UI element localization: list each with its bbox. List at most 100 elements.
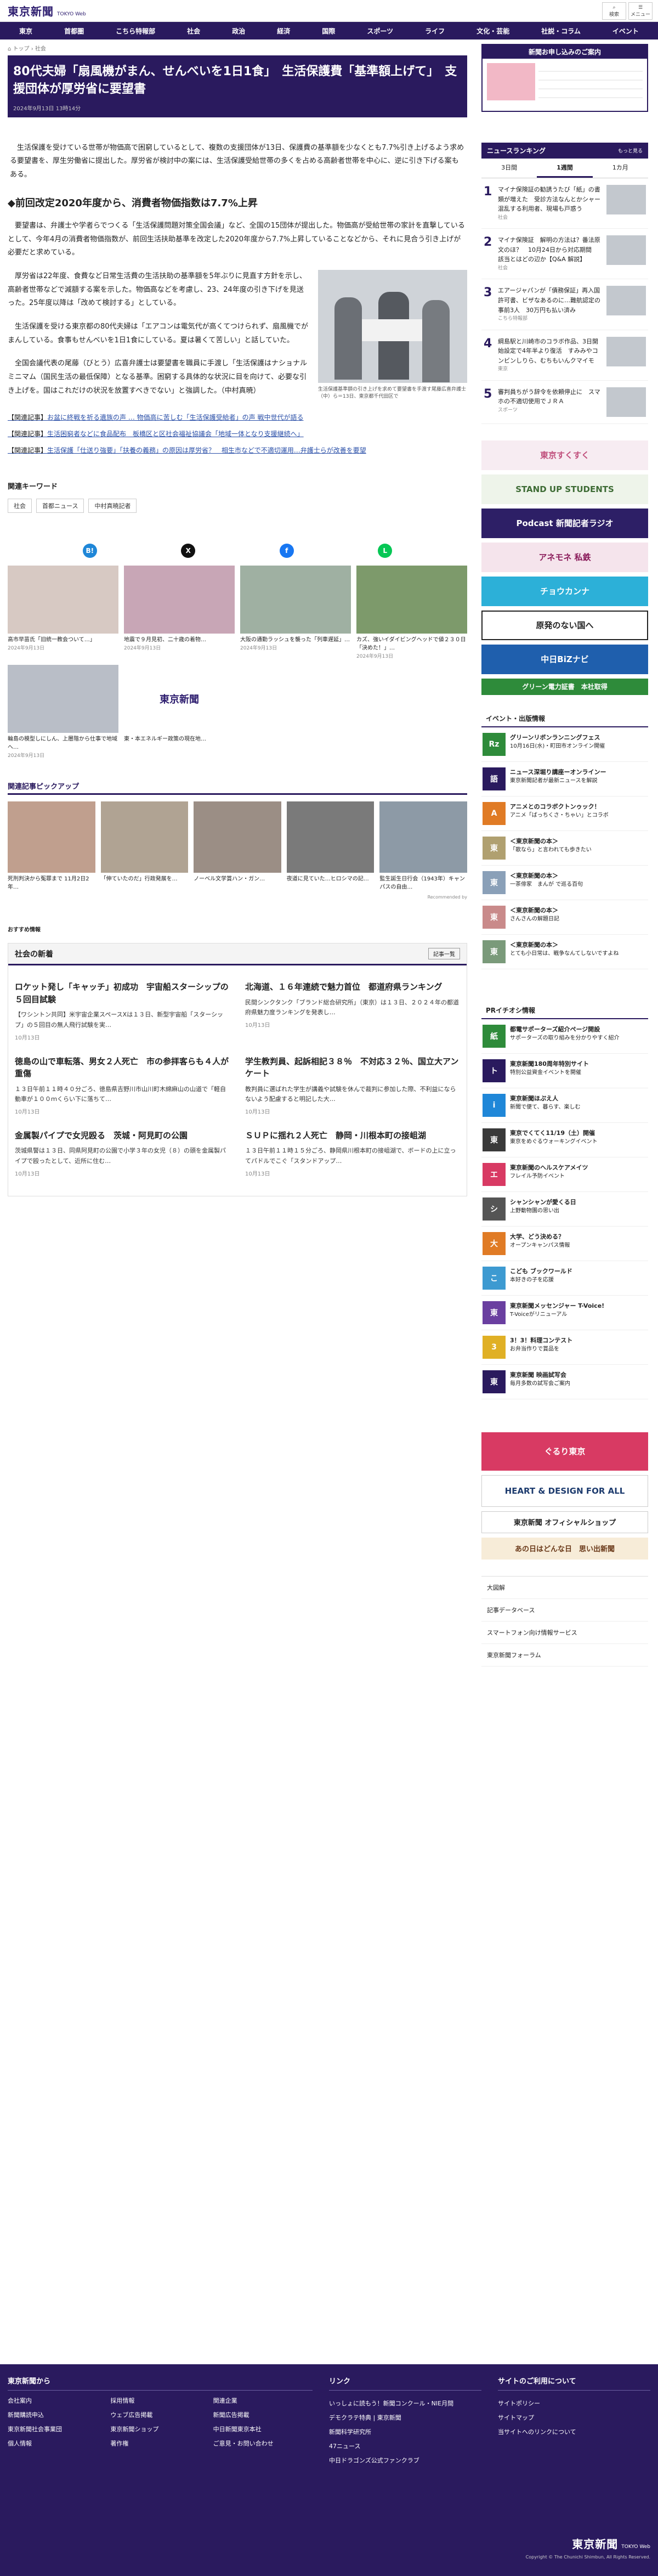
footer-link[interactable]: 当サイトへのリンクについて [498, 2425, 650, 2439]
more-button[interactable]: 記事一覧 [428, 948, 460, 960]
event-item[interactable]: 語ニュース深堀り講座ーオンラインー 東京新聞記者が最新ニュースを解説 [481, 762, 648, 796]
menu-button[interactable]: ☰ メニュー [628, 2, 653, 20]
news-item[interactable]: 金属製パイプで女児殴る 茨城・阿見町の公園 茨城県警は１３日、同県阿見町の公園で小… [15, 1124, 230, 1186]
nav-item[interactable]: 東京 [16, 26, 36, 36]
nav-item[interactable]: 社説・コラム [538, 26, 584, 36]
promo-banner[interactable]: Podcast 新聞記者ラジオ [481, 508, 648, 538]
related-link[interactable]: 【関連記事】生活保護「仕送り強要」「扶養の義務」の原因は厚労省？ 相生市などで不… [8, 445, 467, 457]
footer-link[interactable]: 会社案内 [8, 2396, 107, 2405]
event-item[interactable]: 東＜東京新聞の本＞ さんさんの解題日記 [481, 900, 648, 935]
pr-item[interactable]: 大大学、どう決める？ オープンキャンパス情報 [481, 1227, 648, 1261]
event-item[interactable]: 東＜東京新聞の本＞ 一茶俳家 まんが で巡る百句 [481, 866, 648, 900]
pickup-card[interactable]: 「伸ていたのだ」行政発展を… [100, 801, 189, 891]
nav-item[interactable]: 文化・芸能 [473, 26, 513, 36]
ranking-tab[interactable]: 1週間 [537, 159, 593, 178]
footer-link[interactable]: 関連企業 [213, 2396, 313, 2405]
promo-banner[interactable]: 原発のない国へ [481, 610, 648, 640]
footer-link[interactable]: 個人情報 [8, 2439, 107, 2448]
article-image[interactable] [318, 269, 467, 383]
nav-item[interactable]: 経済 [274, 26, 293, 36]
footer-link[interactable]: ご意見・お問い合わせ [213, 2439, 313, 2448]
side-menu-item[interactable]: 大図解 [481, 1577, 648, 1599]
keyword-tag[interactable]: 中村真暁記者 [88, 499, 137, 513]
promo-banner[interactable]: STAND UP STUDENTS [481, 474, 648, 504]
event-item[interactable]: A アニメとのコラボクトンゥック！ アニメ「ばっちくさ・ちゃい」とコラボ [481, 796, 648, 831]
x-icon[interactable]: X [181, 544, 196, 558]
related-link[interactable]: 【関連記事】お盆に終戦を祈る遺族の声 … 物価高に苦しむ「生活保護受給者」の声 … [8, 412, 467, 424]
thumb-card[interactable]: カズ、強いイダイビングヘッドで値２３０日「決めた！」… 2024年9月13日 [356, 566, 467, 659]
footer-link[interactable]: 採用情報 [110, 2396, 209, 2405]
thumb-card[interactable]: 地震で９月見初、二十歳の着物… 2024年9月13日 [124, 566, 235, 659]
footer-link[interactable]: 東京新聞ショップ [110, 2425, 209, 2433]
thumb-card[interactable]: 高市早苗氏「旧統一教会ついて…」 2024年9月13日 [8, 566, 118, 659]
keyword-tag[interactable]: 社会 [8, 499, 32, 513]
nav-item[interactable]: 社会 [184, 26, 203, 36]
footer-logo[interactable]: 東京新聞 TOKYO Web [526, 2535, 650, 2551]
nav-item[interactable]: 首都圏 [61, 26, 87, 36]
pr-item[interactable]: 3 3！3！料理コンテスト お弁当作りで賞品を [481, 1330, 648, 1365]
promo-banner[interactable]: 東京新聞 オフィシャルショップ [481, 1511, 648, 1533]
nav-item[interactable]: こちら特報部 [112, 26, 158, 36]
ranking-more[interactable]: もっと見る [618, 147, 643, 154]
event-item[interactable]: 東＜東京新聞の本＞ とても小日常は、戦争なんてしないですよね [481, 935, 648, 969]
footer-link[interactable]: デモクラテ特典 | 東京新聞 [329, 2410, 481, 2425]
pickup-card[interactable]: 死刑判決から冤罪まで 11月2日2年… [8, 801, 95, 891]
news-item[interactable]: ＳＵＰに揺れ２人死亡 静岡・川根本町の接岨湖 １３日午前１１時１５分ごろ、静岡県川… [245, 1124, 460, 1186]
footer-link[interactable]: 新聞科学研究所 [329, 2425, 481, 2439]
footer-link[interactable]: ウェブ広告掲載 [110, 2410, 209, 2419]
breadcrumb-category[interactable]: 社会 [35, 46, 46, 52]
event-item[interactable]: 東＜東京新聞の本＞ 「歌なら」と言われても歩きたい [481, 831, 648, 866]
news-item[interactable]: 徳島の山で車転落、男女２人死亡 市の参拝客らも４人が重傷 １３日午前１１時４０分ご… [15, 1050, 230, 1124]
promo-banner[interactable]: チョウカンナ [481, 576, 648, 606]
ranking-tab[interactable]: 3日間 [481, 159, 537, 178]
news-item[interactable]: 北海道、１６年連続で魅力首位 都道府県ランキング 民間シンクタンク「ブランド総合研… [245, 975, 460, 1049]
pr-item[interactable]: 東東京でくてく11/19（土）開催 東京をめぐるウォーキングイベント [481, 1123, 648, 1157]
search-button[interactable]: ⌕ 検索 [602, 2, 626, 20]
news-item[interactable]: ロケット発し「キャッチ」初成功 宇宙船スターシップの５回目試験 【ワシントン共同】… [15, 975, 230, 1049]
subscribe-ad[interactable]: 新聞お申し込みのご案内 [481, 44, 648, 112]
footer-link[interactable]: 東京新聞社会事業団 [8, 2425, 107, 2433]
promo-banner[interactable]: グリーン電力証書 本社取得 [481, 678, 648, 695]
ranking-item[interactable]: 2 マイナ保険証 解明の方法は？番法原文のほ？ 10月24日から対応期間 該当とは… [481, 229, 648, 280]
thumb-card[interactable]: 輪島の模型しにしん、上層階から仕事で地域へ… 2024年9月13日 [8, 665, 118, 759]
pr-item[interactable]: ここども ブックワールド 本好きの子を応援 [481, 1261, 648, 1296]
promo-banner[interactable]: 中日BiZナビ [481, 644, 648, 674]
pr-item[interactable]: エ東京新聞のヘルスケアメイツ フレイル予防イベント [481, 1157, 648, 1192]
promo-banner[interactable]: HEART & DESIGN FOR ALL [481, 1475, 648, 1507]
footer-link[interactable]: 中日ドラゴンズ公式ファンクラブ [329, 2453, 481, 2467]
ranking-item[interactable]: 1 マイナ保険証の勧誘うたび「紙」の書類が増えた 受診方法なんとかシャー 混乱する… [481, 178, 648, 229]
footer-link[interactable]: 中日新聞東京本社 [213, 2425, 313, 2433]
footer-link[interactable]: サイトポリシー [498, 2396, 650, 2410]
keyword-tag[interactable]: 首都ニュース [36, 499, 84, 513]
promo-banner[interactable]: ぐるり東京 [481, 1432, 648, 1471]
pr-item[interactable]: ト東京新聞180周年特別サイト 特別公益資金イベントを開催 [481, 1054, 648, 1088]
pickup-card[interactable]: ノーベル文学賞ハン・ガン… [194, 801, 281, 891]
nav-item[interactable]: スポーツ [364, 26, 396, 36]
nav-item[interactable]: ライフ [422, 26, 448, 36]
side-menu-item[interactable]: 記事データベース [481, 1599, 648, 1622]
nav-item[interactable]: 政治 [229, 26, 248, 36]
promo-banner[interactable]: あの日はどんな日 思い出新聞 [481, 1537, 648, 1560]
pr-item[interactable]: 紙都電サポーターズ紹介ページ開設 サポーターズの取り組みを分かりやすく紹介 [481, 1019, 648, 1054]
footer-link[interactable]: 新聞広告掲載 [213, 2410, 313, 2419]
footer-link[interactable]: いっしょに読もう！新聞コンクール・NIE月間 [329, 2396, 481, 2410]
footer-link[interactable]: サイトマップ [498, 2410, 650, 2425]
pr-item[interactable]: 東東京新聞 映画試写会 毎月多数の試写会ご案内 [481, 1365, 648, 1399]
news-item[interactable]: 学生教判員、起訴相記３８％ 不対応３２％、国立大アンケート 教判員に選ばれた学生が… [245, 1050, 460, 1124]
pr-item[interactable]: 東東京新聞メッセンジャー T-Voice! T-Voiceがリニューアル [481, 1296, 648, 1330]
breadcrumb-home[interactable]: トップ [13, 46, 30, 52]
ranking-item[interactable]: 5 審判員ちがう辞令を依頼停止に スマホの不適切使用でＪＲＡ スポーツ [481, 381, 648, 424]
ranking-item[interactable]: 3 エアージャパンが「債務保証」再入国許可書、ビザなあるのに…難航認定の事前3人 … [481, 279, 648, 330]
nav-item[interactable]: イベント [609, 26, 642, 36]
hatena-icon[interactable]: B! [82, 544, 97, 558]
side-menu-item[interactable]: スマートフォン向け情報サービス [481, 1622, 648, 1644]
ranking-tab[interactable]: 1カ月 [593, 159, 648, 178]
promo-banner[interactable]: アネモネ 私鉄 [481, 542, 648, 572]
site-logo[interactable]: 東京新聞 TOKYO Web [8, 3, 86, 19]
ranking-item[interactable]: 4 綱島駅と川崎市のコラボ作品、3日開始設定で4年半より復活 すみみやコンビンしり… [481, 330, 648, 381]
pickup-card[interactable]: 夜道に見ていた…ヒロシマの記… [286, 801, 375, 891]
footer-link[interactable]: 新聞購読申込 [8, 2410, 107, 2419]
thumb-card[interactable]: 大阪の通勤ラッシュを襲った「列車遅延」… 2024年9月13日 [240, 566, 351, 659]
pr-item[interactable]: i 東京新聞ほぷえ人 新聞で便て、暮らす、楽しむ [481, 1088, 648, 1123]
related-link[interactable]: 【関連記事】生活困窮者などに食品配布 板橋区と区社会福祉協議会「地域一体となり支… [8, 428, 467, 440]
